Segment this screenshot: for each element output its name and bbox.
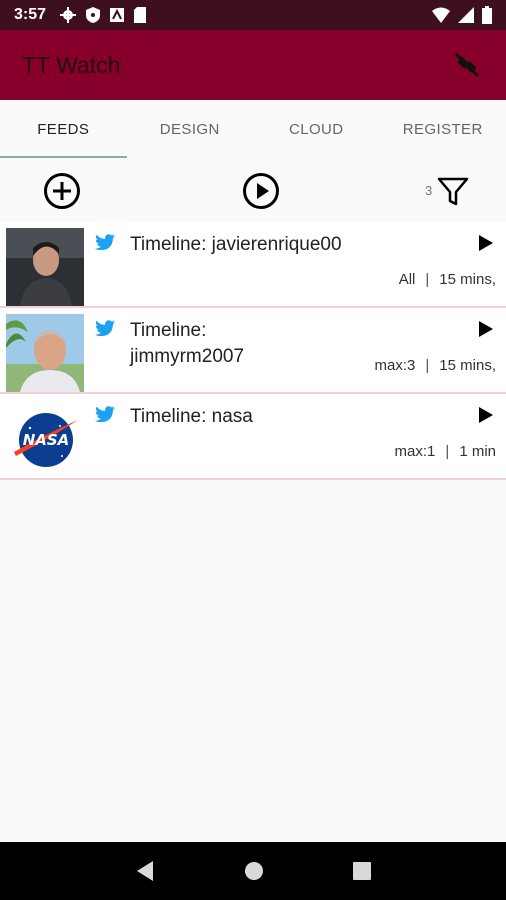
feed-title: Timeline: javierenrique00 — [130, 234, 342, 255]
tab-feeds[interactable]: FEEDS — [0, 100, 127, 158]
feed-meta: max:1 | 1 min — [395, 443, 496, 460]
add-circle-icon — [44, 173, 80, 209]
status-time: 3:57 — [14, 6, 47, 23]
twitter-icon — [95, 320, 115, 336]
feed-interval: 15 mins, — [439, 357, 496, 374]
feed-interval: 1 min — [459, 443, 496, 460]
feed-row[interactable]: Timeline: javierenrique00 All | 15 mins, — [0, 222, 506, 308]
recents-icon[interactable] — [353, 862, 372, 880]
separator: | — [445, 443, 450, 460]
status-icons-right — [432, 6, 492, 24]
play-icon[interactable] — [478, 234, 494, 252]
app-bar: TT Watch — [0, 30, 506, 100]
filter-icon — [437, 177, 469, 206]
feed-meta: All | 15 mins, — [399, 271, 496, 288]
filter-count: 3 — [425, 183, 433, 198]
feed-filter: All — [398, 271, 416, 288]
home-icon[interactable] — [244, 861, 264, 881]
tab-register[interactable]: REGISTER — [380, 100, 506, 158]
add-feed-button[interactable] — [43, 172, 81, 210]
play-icon[interactable] — [478, 320, 494, 338]
feed-filter: max:3 — [374, 357, 416, 374]
tab-bar: FEEDS DESIGN CLOUD REGISTER — [0, 100, 506, 158]
plug-icon — [454, 52, 480, 78]
tab-cloud[interactable]: CLOUD — [253, 100, 380, 158]
sd-card-icon — [134, 7, 147, 23]
settings-icon — [60, 7, 77, 23]
tab-design[interactable]: DESIGN — [127, 100, 254, 158]
feed-interval: 15 mins, — [439, 271, 496, 288]
play-icon[interactable] — [478, 406, 494, 424]
feed-row[interactable]: NASA Timeline: nasa max:1 | 1 min — [0, 394, 506, 480]
back-icon[interactable] — [135, 860, 155, 882]
separator: | — [425, 357, 430, 374]
app-title: TT Watch — [22, 51, 121, 78]
twitter-icon — [95, 234, 115, 250]
wifi-icon — [432, 7, 450, 23]
filter-button[interactable] — [434, 172, 472, 210]
signal-icon — [458, 7, 474, 23]
shield-icon — [86, 7, 101, 23]
separator: | — [425, 271, 430, 288]
feed-title: Timeline: nasa — [130, 406, 253, 427]
status-bar: 3:57 — [0, 0, 506, 30]
system-nav-bar — [0, 842, 506, 900]
play-all-button[interactable] — [242, 172, 280, 210]
play-circle-icon — [243, 173, 279, 209]
status-icons-left — [60, 7, 147, 23]
connection-button[interactable] — [450, 48, 484, 82]
feed-row[interactable]: Timeline: jimmyrm2007 max:3 | 15 mins, — [0, 308, 506, 394]
twitter-icon — [95, 406, 115, 422]
avatar: NASA — [6, 400, 84, 478]
svg-text:NASA: NASA — [23, 431, 70, 449]
feed-title: Timeline: jimmyrm2007 — [130, 320, 245, 367]
font-icon — [110, 8, 125, 22]
avatar — [6, 228, 84, 306]
feed-list: Timeline: javierenrique00 All | 15 mins, T… — [0, 222, 506, 480]
feed-filter: max:1 — [394, 443, 436, 460]
feed-meta: max:3 | 15 mins, — [375, 357, 496, 374]
battery-icon — [482, 6, 492, 24]
avatar — [6, 314, 84, 392]
